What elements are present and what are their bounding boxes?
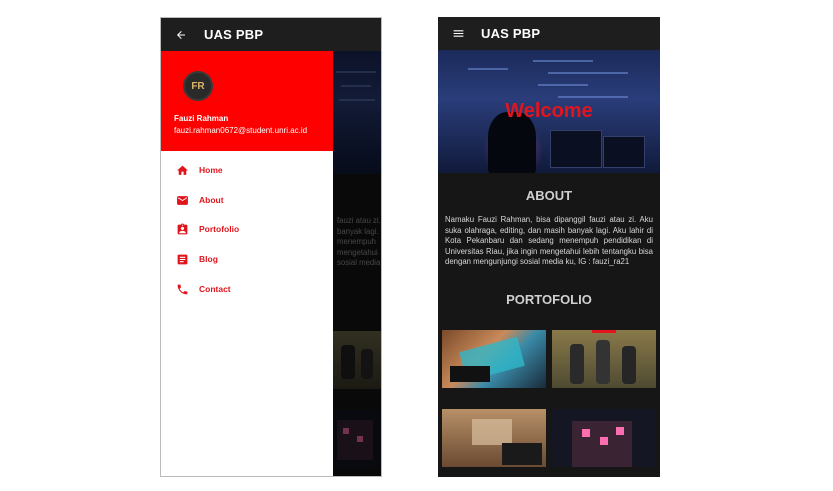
portfolio-thumb-1[interactable]: [442, 330, 546, 388]
mail-icon: [175, 193, 189, 207]
avatar: FR: [183, 71, 213, 101]
drawer-item-label: Blog: [199, 254, 218, 264]
drawer-item-label: Portofolio: [199, 224, 240, 234]
user-name: Fauzi Rahman: [174, 114, 229, 123]
navigation-drawer: FR Fauzi Rahman fauzi.rahman0672@student…: [161, 51, 333, 476]
badge-icon: [175, 222, 189, 236]
menu-icon[interactable]: [443, 17, 473, 50]
drawer-item-blog[interactable]: Blog: [161, 247, 333, 271]
drawer-item-label: Home: [199, 165, 223, 175]
home-icon: [175, 163, 189, 177]
portfolio-thumb-2[interactable]: [552, 330, 656, 388]
avatar-initials: FR: [191, 80, 205, 92]
portfolio-thumb-3[interactable]: [442, 409, 546, 467]
hero-image: Welcome: [438, 50, 660, 173]
portfolio-thumb-4[interactable]: [552, 409, 656, 467]
drawer-header: FR Fauzi Rahman fauzi.rahman0672@student…: [161, 51, 333, 151]
app-bar: UAS PBP: [438, 17, 660, 50]
drawer-item-portfolio[interactable]: Portofolio: [161, 217, 333, 241]
user-email: fauzi.rahman0672@student.unri.ac.id: [174, 126, 308, 135]
phone-icon: [175, 282, 189, 296]
drawer-item-home[interactable]: Home: [161, 158, 333, 182]
article-icon: [175, 252, 189, 266]
portfolio-heading: PORTOFOLIO: [506, 292, 592, 307]
back-arrow-icon[interactable]: [166, 18, 196, 51]
about-text: Namaku Fauzi Rahman, bisa dipanggil fauz…: [445, 215, 653, 266]
drawer-item-label: Contact: [199, 284, 231, 294]
welcome-title: Welcome: [505, 100, 593, 122]
app-title: UAS PBP: [204, 27, 264, 42]
about-heading: ABOUT: [525, 188, 573, 203]
phone-screen-home: UAS PBP Welcome ABOUT Namaku Fauzi Rahma…: [438, 17, 660, 477]
drawer-item-label: About: [199, 195, 224, 205]
app-bar: UAS PBP: [161, 18, 381, 51]
phone-screen-drawer-open: fauzi atau zi.banyak lagi.menempuhmenget…: [160, 17, 382, 477]
drawer-item-contact[interactable]: Contact: [161, 277, 333, 301]
drawer-item-about[interactable]: About: [161, 188, 333, 212]
app-title: UAS PBP: [481, 26, 541, 41]
